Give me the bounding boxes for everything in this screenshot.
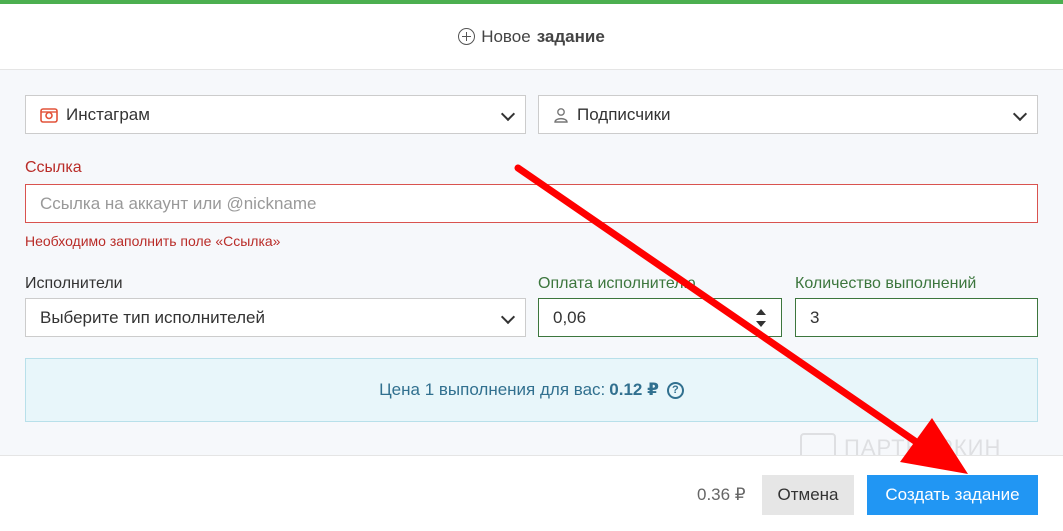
task-type-select-value: Подписчики <box>577 104 671 124</box>
platform-select[interactable]: Инстаграм <box>25 95 526 134</box>
title-bold: задание <box>536 26 605 46</box>
help-icon[interactable]: ? <box>666 381 684 399</box>
platform-select-value: Инстаграм <box>66 104 150 124</box>
count-input-value: 3 <box>810 307 820 327</box>
task-type-select[interactable]: Подписчики <box>538 95 1038 134</box>
link-input-placeholder: Ссылка на аккаунт или @nickname <box>40 193 317 213</box>
price-info-text: Цена 1 выполнения для вас: <box>379 380 606 399</box>
payment-input-value: 0,06 <box>553 307 587 327</box>
instagram-icon <box>40 107 58 123</box>
chevron-down-icon <box>500 309 516 325</box>
link-input[interactable]: Ссылка на аккаунт или @nickname <box>25 184 1038 223</box>
price-per-execution: 0.12 ₽ <box>609 380 659 399</box>
create-task-button[interactable]: Создать задание <box>867 475 1038 515</box>
title-prefix: Новое <box>481 26 531 46</box>
cancel-button[interactable]: Отмена <box>762 475 854 515</box>
number-spinner-icon[interactable] <box>755 309 767 327</box>
modal-title: Новое задание <box>458 27 605 47</box>
chevron-down-icon <box>500 106 516 122</box>
performers-label: Исполнители <box>25 275 123 292</box>
payment-label: Оплата исполнителю <box>538 275 696 292</box>
total-price: 0.36 ₽ <box>697 485 746 504</box>
modal-footer: 0.36 ₽ Отмена Создать задание <box>0 455 1063 531</box>
count-input[interactable]: 3 <box>795 298 1038 337</box>
payment-input[interactable]: 0,06 <box>538 298 782 337</box>
plus-circle-icon <box>458 28 476 45</box>
price-info-box: Цена 1 выполнения для вас: 0.12 ₽ ? <box>25 358 1038 422</box>
user-icon <box>553 107 569 123</box>
performers-select[interactable]: Выберите тип исполнителей <box>25 298 526 337</box>
link-label: Ссылка <box>25 159 82 176</box>
performers-select-value: Выберите тип исполнителей <box>40 307 265 327</box>
modal-header: Новое задание <box>0 4 1063 70</box>
link-error-message: Необходимо заполнить поле «Ссылка» <box>25 233 281 249</box>
count-label: Количество выполнений <box>795 275 977 292</box>
chevron-down-icon <box>1012 106 1028 122</box>
